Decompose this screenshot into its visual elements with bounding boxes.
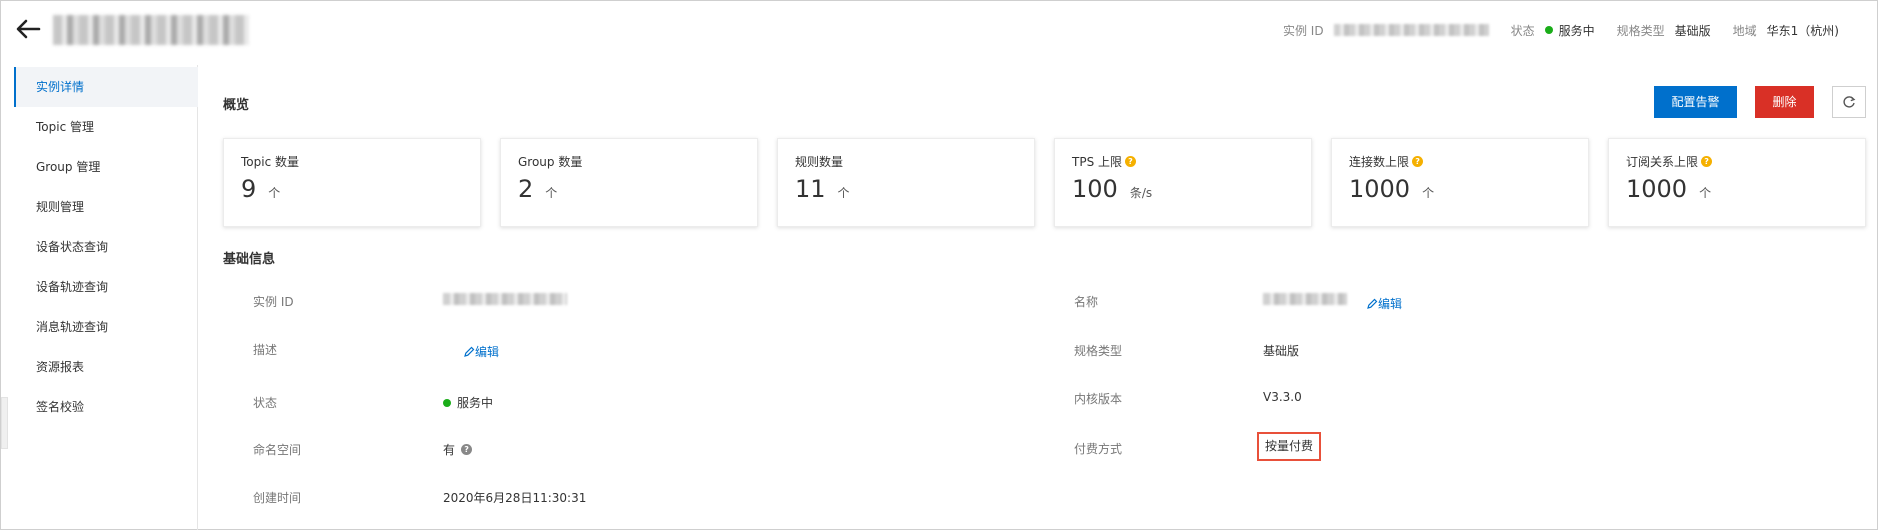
help-icon[interactable]: ? — [1701, 156, 1713, 167]
stat-label: 连接数上限 — [1349, 155, 1410, 169]
sidebar-item-instance-details[interactable]: 实例详情 — [14, 67, 198, 107]
stat-label: Group 数量 — [518, 155, 583, 169]
stat-card-topic: Topic 数量 9个 — [223, 138, 481, 227]
namespace-value: 有 ? — [443, 441, 473, 458]
namespace-label: 命名空间 — [253, 443, 302, 457]
header-meta: 实例 ID 状态 服务中 规格类型 基础版 地域 华东1（杭州) — [1283, 21, 1839, 39]
refresh-button[interactable] — [1832, 86, 1866, 118]
stat-label: 订阅关系上限 — [1626, 155, 1699, 169]
spec-label: 规格类型 — [1074, 344, 1123, 358]
overview-title: 概览 — [223, 98, 250, 113]
region-label: 地域 — [1732, 23, 1757, 38]
stat-value: 100 — [1072, 175, 1118, 203]
sidebar-collapse-handle[interactable] — [1, 397, 8, 449]
edit-description-link[interactable]: 编辑 — [464, 343, 499, 360]
stat-card-tps: TPS 上限? 100 条/s — [1054, 138, 1312, 227]
edit-label: 编辑 — [475, 345, 500, 359]
stat-card-connections: 连接数上限? 1000 个 — [1331, 138, 1589, 227]
basic-info-title: 基础信息 — [223, 252, 276, 267]
edit-label: 编辑 — [1378, 297, 1403, 311]
status-dot-icon — [1544, 26, 1553, 34]
stat-unit: 个 — [1422, 186, 1435, 200]
sidebar-item-device-status[interactable]: 设备状态查询 — [14, 227, 198, 267]
status-label: 状态 — [253, 396, 278, 410]
status-text: 服务中 — [457, 396, 494, 410]
help-icon[interactable]: ? — [461, 444, 473, 455]
region-value: 华东1（杭州) — [1766, 23, 1839, 38]
sidebar-item-resource-report[interactable]: 资源报表 — [14, 347, 198, 387]
stat-unit: 个 — [268, 186, 281, 200]
instance-id-redacted — [1333, 24, 1489, 36]
stat-value: 1000 — [1349, 175, 1411, 203]
delete-button[interactable]: 删除 — [1755, 86, 1814, 118]
sidebar-item-device-trace[interactable]: 设备轨迹查询 — [14, 267, 198, 307]
pencil-icon — [464, 346, 475, 357]
sidebar-item-message-trace[interactable]: 消息轨迹查询 — [14, 307, 198, 347]
instance-id-label: 实例 ID — [253, 295, 294, 309]
arrow-left-icon[interactable] — [13, 15, 45, 43]
stat-label: 规则数量 — [795, 155, 844, 169]
spec-value: 基础版 — [1263, 344, 1300, 358]
page-header: 实例 ID 状态 服务中 规格类型 基础版 地域 华东1（杭州) — [1, 1, 1877, 63]
edit-name-link[interactable]: 编辑 — [1367, 295, 1402, 312]
app-window: 实例 ID 状态 服务中 规格类型 基础版 地域 华东1（杭州) 实例详情 To… — [0, 0, 1878, 530]
stat-unit: 个 — [1699, 186, 1712, 200]
stat-label: TPS 上限 — [1072, 155, 1122, 169]
help-icon[interactable]: ? — [1125, 156, 1136, 167]
stat-card-subscriptions: 订阅关系上限? 1000 个 — [1608, 138, 1866, 227]
description-label: 描述 — [253, 343, 278, 357]
name-label: 名称 — [1074, 295, 1099, 309]
billing-label: 付费方式 — [1074, 442, 1123, 456]
refresh-icon — [1843, 96, 1856, 108]
sidebar-item-rules[interactable]: 规则管理 — [14, 187, 198, 227]
created-value: 2020年6月28日11:30:31 — [443, 491, 587, 505]
sidebar: 实例详情 Topic 管理 Group 管理 规则管理 设备状态查询 设备轨迹查… — [14, 65, 198, 530]
spec-label: 规格类型 — [1616, 23, 1665, 38]
instance-title-redacted — [53, 15, 249, 45]
pencil-icon — [1367, 298, 1378, 309]
help-icon[interactable]: ? — [1412, 156, 1424, 167]
name-redacted — [1263, 293, 1347, 305]
created-label: 创建时间 — [253, 491, 302, 505]
stat-value: 1000 — [1626, 175, 1688, 203]
stat-unit: 个 — [545, 186, 558, 200]
kernel-version-label: 内核版本 — [1074, 392, 1123, 406]
instance-id-value — [443, 293, 567, 305]
billing-value-highlight: 按量付费 — [1257, 432, 1321, 461]
instance-id-redacted — [443, 293, 567, 305]
status-value: 服务中 — [1558, 23, 1595, 38]
stat-label: Topic 数量 — [241, 155, 299, 169]
status-label: 状态 — [1510, 23, 1535, 38]
stat-value: 9 — [241, 175, 257, 203]
kernel-version-value: V3.3.0 — [1263, 390, 1302, 404]
name-value — [1263, 293, 1347, 305]
sidebar-item-topic[interactable]: Topic 管理 — [14, 107, 198, 147]
status-value: 服务中 — [443, 394, 493, 411]
sidebar-item-group[interactable]: Group 管理 — [14, 147, 198, 187]
stat-card-group: Group 数量 2个 — [500, 138, 758, 227]
status-dot-icon — [443, 398, 451, 407]
instance-id-label: 实例 ID — [1282, 23, 1324, 38]
namespace-text: 有 — [443, 443, 456, 457]
stat-value: 2 — [518, 175, 534, 203]
stat-card-rules: 规则数量 11 个 — [777, 138, 1035, 227]
spec-value: 基础版 — [1674, 23, 1711, 38]
sidebar-item-signature-check[interactable]: 签名校验 — [14, 387, 198, 427]
stat-unit: 条/s — [1129, 186, 1153, 200]
stat-value: 11 — [795, 175, 826, 203]
configure-alert-button[interactable]: 配置告警 — [1654, 86, 1737, 118]
stat-unit: 个 — [837, 186, 850, 200]
